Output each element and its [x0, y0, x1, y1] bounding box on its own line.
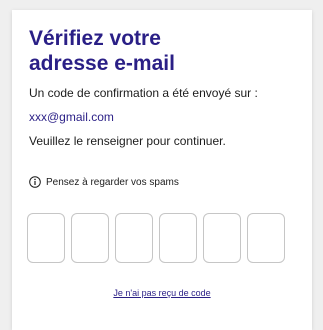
email-address: xxx@gmail.com — [29, 110, 114, 124]
spam-hint: Pensez à regarder vos spams — [29, 176, 295, 188]
code-digit-4[interactable] — [159, 213, 197, 263]
code-digit-5[interactable] — [203, 213, 241, 263]
info-icon — [29, 176, 41, 188]
verification-card: Vérifiez votre adresse e-mail Un code de… — [12, 10, 312, 330]
spam-hint-text: Pensez à regarder vos spams — [46, 176, 179, 188]
code-digit-6[interactable] — [247, 213, 285, 263]
resend-code-link[interactable]: Je n'ai pas reçu de code — [29, 288, 295, 298]
instruction-text: Veuillez le renseigner pour continuer. — [29, 134, 226, 148]
page-title: Vérifiez votre adresse e-mail — [29, 27, 175, 75]
confirmation-message: Un code de confirmation a été envoyé sur… — [29, 86, 258, 100]
code-digit-3[interactable] — [115, 213, 153, 263]
code-input-group — [27, 213, 295, 263]
code-digit-2[interactable] — [71, 213, 109, 263]
code-digit-1[interactable] — [27, 213, 65, 263]
